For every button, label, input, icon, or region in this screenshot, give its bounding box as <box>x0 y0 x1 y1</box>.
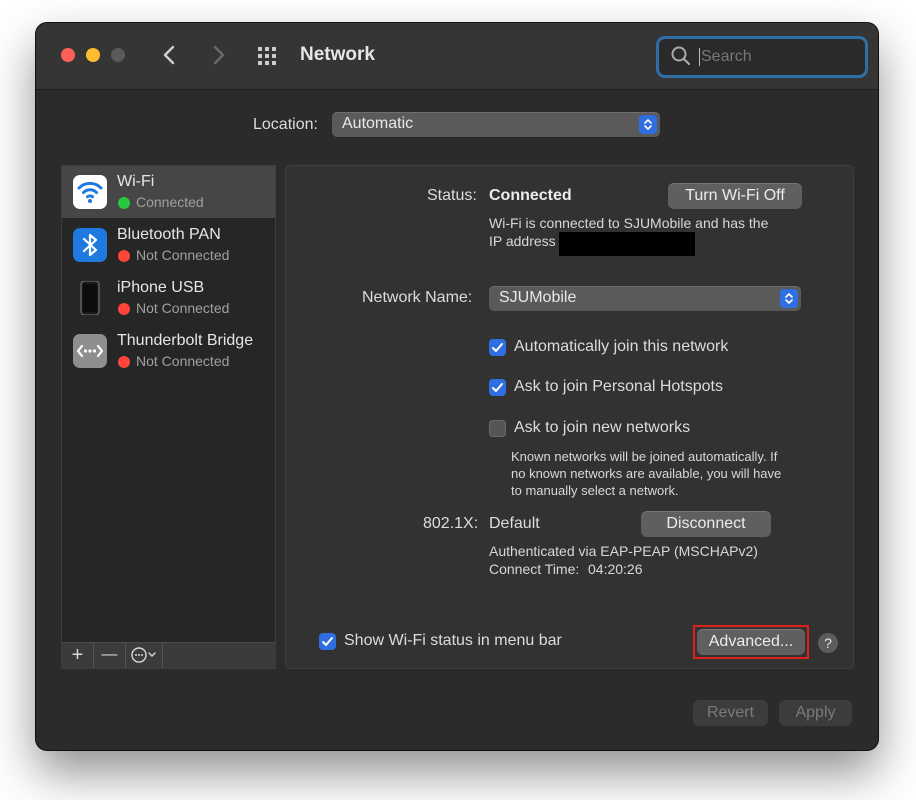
dot1x-label: 802.1X: <box>423 515 479 532</box>
authentication-info: Authenticated via EAP-PEAP (MSCHAPv2) <box>489 543 758 559</box>
minimize-button[interactable] <box>86 48 100 62</box>
status-dot <box>118 303 130 315</box>
wifi-detail-panel: Status: Connected Turn Wi-Fi Off Wi-Fi i… <box>285 165 854 669</box>
service-list-toolbar: + — <box>61 642 276 669</box>
checkmark-icon <box>492 343 503 352</box>
service-item-thunderbolt-bridge[interactable]: Thunderbolt Bridge Not Connected <box>62 325 275 377</box>
new-networks-checkbox[interactable] <box>489 420 506 437</box>
show-wifi-status-label: Show Wi-Fi status in menu bar <box>344 632 562 649</box>
network-preferences-window: Network Location: Automatic <box>36 23 878 750</box>
add-service-button[interactable]: + <box>62 643 94 668</box>
service-name: Thunderbolt Bridge <box>117 332 254 349</box>
turn-wifi-off-button[interactable]: Turn Wi-Fi Off <box>668 183 802 209</box>
show-wifi-status-checkbox[interactable] <box>319 633 336 650</box>
known-networks-note-line2: no known networks are available, you wil… <box>511 466 782 481</box>
show-all-grid-icon[interactable] <box>257 46 281 66</box>
bluetooth-icon <box>73 228 107 262</box>
auto-join-label: Automatically join this network <box>514 338 729 355</box>
known-networks-note-line3: to manually select a network. <box>511 483 679 498</box>
connect-time-value: 04:20:26 <box>588 561 643 577</box>
status-description-line2: IP address <box>489 233 556 249</box>
ellipsis-circle-icon <box>131 647 156 663</box>
location-value: Automatic <box>342 115 414 132</box>
help-button[interactable]: ? <box>818 633 838 653</box>
apply-button[interactable]: Apply <box>779 700 852 726</box>
back-button[interactable] <box>158 41 182 69</box>
status-value: Connected <box>489 187 572 204</box>
location-popup[interactable]: Automatic <box>332 112 660 137</box>
network-name-label: Network Name: <box>362 289 473 306</box>
close-button[interactable] <box>61 48 75 62</box>
title-bar: Network <box>36 23 878 90</box>
popup-stepper-icon <box>639 115 657 134</box>
status-description-line1: Wi-Fi is connected to SJUMobile and has … <box>489 215 769 231</box>
service-item-wifi[interactable]: Wi-Fi Connected <box>62 166 275 218</box>
popup-stepper-icon <box>780 289 798 308</box>
service-status: Not Connected <box>136 247 230 263</box>
chevron-right-icon <box>213 45 225 65</box>
service-status: Not Connected <box>136 300 230 316</box>
personal-hotspots-label: Ask to join Personal Hotspots <box>514 378 723 395</box>
thunderbolt-bridge-icon <box>73 334 107 368</box>
wifi-icon <box>73 175 107 209</box>
disconnect-button[interactable]: Disconnect <box>641 511 771 537</box>
status-dot <box>118 356 130 368</box>
service-name: iPhone USB <box>117 279 205 296</box>
search-icon <box>671 46 691 66</box>
text-caret <box>699 48 700 66</box>
service-status: Not Connected <box>136 353 230 369</box>
window-title: Network <box>300 44 375 65</box>
new-networks-label: Ask to join new networks <box>514 419 691 436</box>
status-dot <box>118 197 130 209</box>
service-name: Bluetooth PAN <box>117 226 221 243</box>
known-networks-note-line1: Known networks will be joined automatica… <box>511 449 778 464</box>
remove-service-button[interactable]: — <box>94 643 126 668</box>
chevron-left-icon <box>163 45 175 65</box>
checkmark-icon <box>322 637 333 646</box>
search-field[interactable] <box>656 36 868 78</box>
search-input[interactable] <box>699 45 853 69</box>
service-list: Wi-Fi Connected Bluetooth PAN Not Connec… <box>61 165 276 644</box>
revert-button[interactable]: Revert <box>693 700 768 726</box>
annotation-highlight-box <box>693 625 809 659</box>
iphone-icon <box>80 281 100 315</box>
action-menu-button[interactable] <box>126 643 163 668</box>
network-name-popup[interactable]: SJUMobile <box>489 286 801 311</box>
status-dot <box>118 250 130 262</box>
network-name-value: SJUMobile <box>499 289 577 306</box>
checkmark-icon <box>492 383 503 392</box>
service-name: Wi-Fi <box>117 173 155 190</box>
personal-hotspots-checkbox[interactable] <box>489 379 506 396</box>
location-label: Location: <box>253 116 318 133</box>
auto-join-checkbox[interactable] <box>489 339 506 356</box>
forward-button[interactable] <box>206 41 230 69</box>
status-label: Status: <box>427 187 477 204</box>
zoom-button[interactable] <box>111 48 125 62</box>
service-status: Connected <box>136 194 204 210</box>
redacted-ip-address <box>559 232 695 256</box>
connect-time-label: Connect Time: <box>489 561 580 577</box>
service-item-iphone-usb[interactable]: iPhone USB Not Connected <box>62 272 275 324</box>
service-item-bluetooth-pan[interactable]: Bluetooth PAN Not Connected <box>62 219 275 271</box>
dot1x-value: Default <box>489 515 540 532</box>
